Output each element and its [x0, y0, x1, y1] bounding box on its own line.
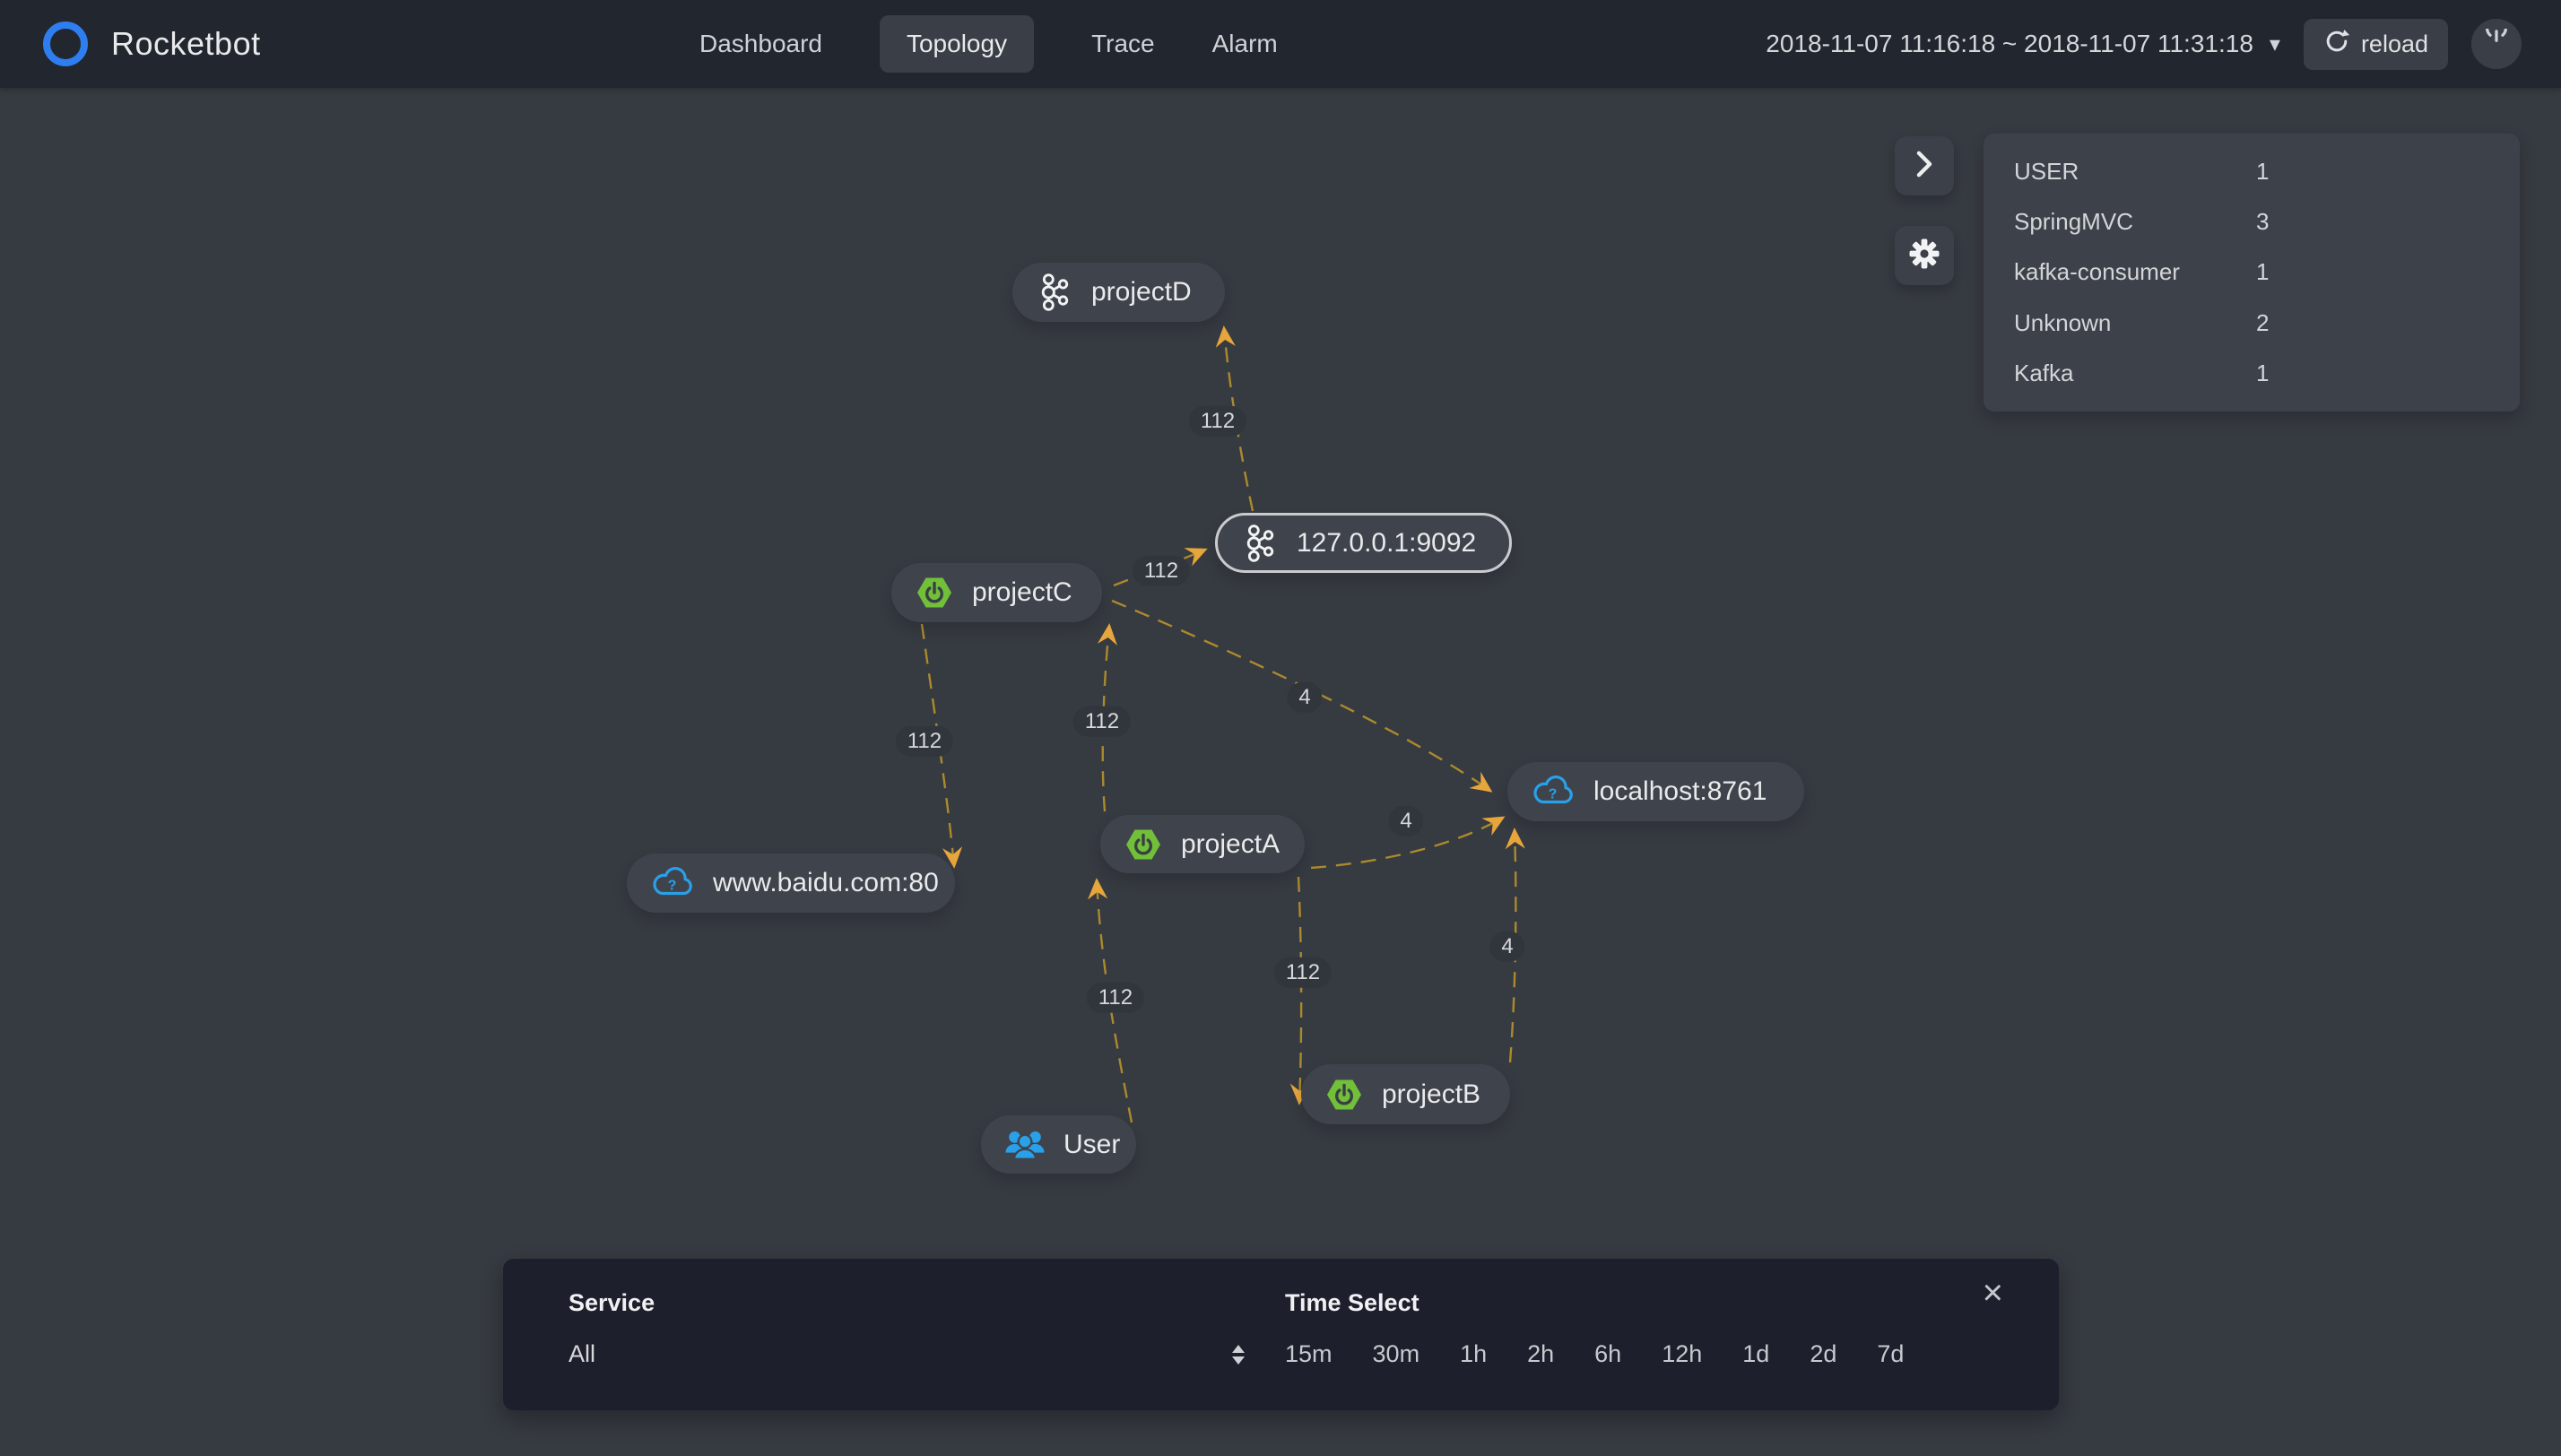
edge-call-count: 112 [1072, 706, 1132, 738]
time-option-30m[interactable]: 30m [1373, 1340, 1420, 1368]
legend-type: Unknown [2014, 308, 2112, 336]
legend-type: kafka-consumer [2014, 258, 2180, 286]
node-label: 127.0.0.1:9092 [1297, 527, 1477, 558]
node-label: User [1063, 1129, 1121, 1159]
node-label: projectB [1382, 1079, 1481, 1109]
time-select-label: Time Select [1285, 1289, 1419, 1316]
legend-row: USER 1 [1984, 146, 2520, 196]
node-baidu[interactable]: ? www.baidu.com:80 [627, 854, 955, 913]
legend-type: SpringMVC [2014, 208, 2133, 236]
spring-icon [1324, 1075, 1364, 1114]
reload-label: reload [2360, 30, 2428, 57]
time-option-6h[interactable]: 6h [1594, 1340, 1621, 1368]
legend-type: USER [2014, 157, 2079, 185]
node-projectC[interactable]: projectC [891, 563, 1102, 622]
time-option-1h[interactable]: 1h [1460, 1340, 1487, 1368]
edge-call-count: 112 [1086, 982, 1145, 1014]
brand-name: Rocketbot [111, 25, 261, 62]
time-option-2h[interactable]: 2h [1527, 1340, 1554, 1368]
service-type-legend: USER 1 SpringMVC 3 kafka-consumer 1 Unknown 2 Ka… [1984, 134, 2520, 412]
node-localhost[interactable]: ? localhost:8761 [1507, 762, 1804, 821]
user-group-icon [1004, 1127, 1046, 1163]
time-option-7d[interactable]: 7d [1877, 1340, 1904, 1368]
legend-row: SpringMVC 3 [1984, 196, 2520, 247]
node-projectD[interactable]: projectD [1012, 263, 1225, 322]
edge-call-count: 112 [1273, 957, 1333, 989]
node-label: projectC [972, 577, 1072, 607]
service-label: Service [569, 1289, 655, 1316]
time-range-picker[interactable]: 2018-11-07 11:16:18 ~ 2018-11-07 11:31:1… [1766, 30, 2280, 58]
time-option-1d[interactable]: 1d [1742, 1340, 1769, 1368]
kafka-icon [1241, 523, 1279, 564]
legend-count: 1 [2256, 360, 2270, 387]
rocketbot-logo-icon [43, 22, 88, 66]
cloud-icon: ? [1531, 775, 1576, 809]
topology-screen: projectD 127.0.0.1:9092 projectC ? www.b… [0, 0, 2561, 1456]
service-select-value: All [569, 1340, 596, 1367]
edge-call-count: 112 [1132, 555, 1191, 587]
edge-call-count: 4 [1489, 931, 1525, 963]
nav-tabs: Dashboard Topology Trace Alarm [699, 15, 1278, 73]
legend-row: kafka-consumer 1 [1984, 247, 2520, 298]
time-select-column: Time Select 15m 30m 1h 2h 6h 12h 1d 2d 7d [1285, 1289, 1904, 1368]
navbar: Rocketbot Dashboard Topology Trace Alarm 20… [0, 0, 2561, 88]
options-panel: Service All Time Select 15m 30m 1h 2h 6h 12h 1… [503, 1259, 2059, 1410]
time-options: 15m 30m 1h 2h 6h 12h 1d 2d 7d [1285, 1340, 1904, 1368]
settings-button[interactable] [1895, 226, 1954, 285]
spring-icon [1124, 825, 1163, 864]
edge-call-count: 4 [1287, 681, 1323, 714]
power-icon [2483, 17, 2510, 60]
svg-text:?: ? [668, 879, 677, 894]
brand: Rocketbot [0, 22, 699, 66]
chevron-right-icon [1911, 149, 1938, 184]
node-projectB[interactable]: projectB [1301, 1064, 1510, 1124]
gear-icon [1906, 236, 1942, 276]
close-icon[interactable]: × [1983, 1275, 2003, 1311]
time-range-value: 2018-11-07 11:16:18 ~ 2018-11-07 11:31:1… [1766, 30, 2253, 57]
navbar-right: 2018-11-07 11:16:18 ~ 2018-11-07 11:31:1… [1766, 17, 2561, 70]
kafka-icon [1036, 272, 1073, 313]
node-user[interactable]: User [981, 1115, 1136, 1174]
node-projectA[interactable]: projectA [1100, 815, 1305, 873]
expand-panel-button[interactable] [1895, 136, 1954, 195]
edge-call-count: 112 [1188, 405, 1247, 438]
legend-count: 1 [2256, 258, 2270, 286]
legend-row: Unknown 2 [1984, 298, 2520, 348]
svg-text:?: ? [1549, 787, 1558, 802]
legend-count: 3 [2256, 208, 2270, 236]
power-button[interactable] [2471, 17, 2522, 69]
time-option-12h[interactable]: 12h [1662, 1340, 1702, 1368]
chevron-down-icon: ▾ [2269, 31, 2280, 56]
tab-topology[interactable]: Topology [879, 15, 1035, 73]
edge-call-count: 112 [895, 725, 954, 758]
time-option-15m[interactable]: 15m [1285, 1340, 1333, 1368]
service-column: Service All [569, 1289, 1250, 1368]
tab-trace[interactable]: Trace [1091, 15, 1155, 73]
node-kafka9092[interactable]: 127.0.0.1:9092 [1215, 513, 1512, 573]
reload-button[interactable]: reload [2303, 18, 2448, 70]
cloud-icon: ? [650, 866, 695, 900]
legend-type: Kafka [2014, 360, 2074, 387]
legend-count: 2 [2256, 308, 2270, 336]
refresh-icon [2323, 28, 2350, 61]
tab-alarm[interactable]: Alarm [1212, 15, 1278, 73]
node-label: localhost:8761 [1593, 776, 1767, 806]
edge-call-count: 4 [1388, 805, 1424, 837]
time-option-2d[interactable]: 2d [1810, 1340, 1836, 1368]
node-label: projectA [1181, 828, 1280, 859]
sort-arrows-icon [1232, 1344, 1245, 1365]
spring-icon [915, 573, 954, 612]
service-select[interactable]: All [569, 1340, 1250, 1368]
tab-dashboard[interactable]: Dashboard [699, 15, 822, 73]
legend-count: 1 [2256, 157, 2270, 185]
node-label: www.baidu.com:80 [713, 868, 939, 897]
node-label: projectD [1091, 277, 1192, 307]
legend-row: Kafka 1 [1984, 349, 2520, 399]
